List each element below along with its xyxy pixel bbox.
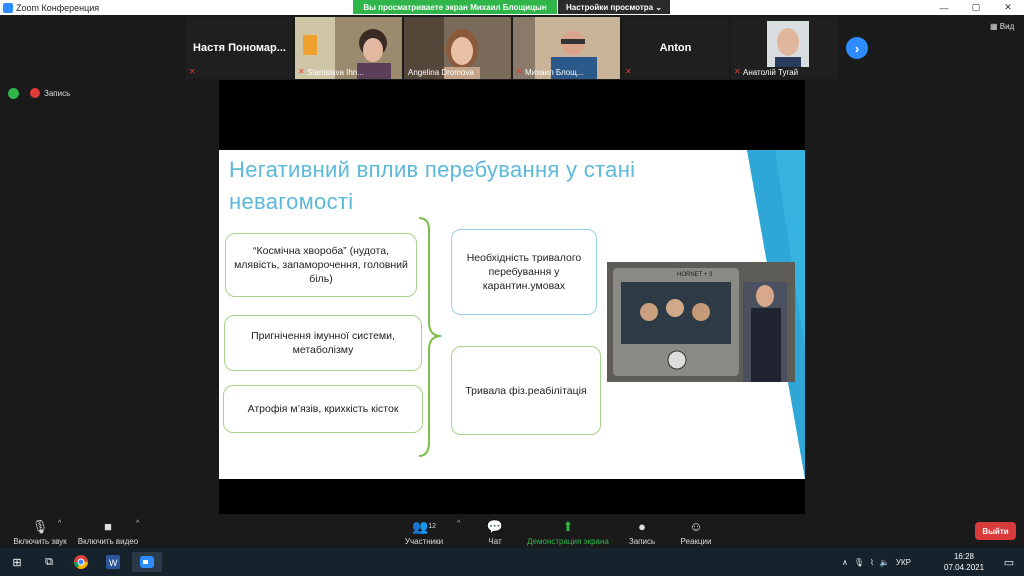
- zoom-taskbar-icon[interactable]: [132, 552, 162, 572]
- mic-muted-icon: ✕: [298, 67, 305, 76]
- participant-tile-4[interactable]: ✕ Михаил Блощ...: [513, 17, 620, 79]
- close-window-button[interactable]: ✕: [992, 0, 1024, 15]
- participant-name: Stanislava Ihn...: [307, 68, 364, 77]
- slide-photo: HORNET + 3: [607, 262, 795, 382]
- network-icon[interactable]: ⌇: [870, 558, 874, 567]
- slide-title: Негативний вплив перебування у стані нев…: [229, 157, 636, 214]
- mic-muted-icon: ✕: [625, 67, 632, 76]
- windows-taskbar: ⊞ ⧉ W ∧ 🎙 ⌇ 🔈 УКР 16:28 07.04.2021 ▭: [0, 548, 1024, 576]
- language-indicator[interactable]: УКР: [896, 558, 911, 567]
- next-page-button[interactable]: ›: [846, 37, 868, 59]
- volume-icon[interactable]: 🔈: [880, 558, 890, 567]
- video-options-caret-icon[interactable]: ^: [136, 520, 139, 527]
- consequence-box-rehab: Тривала фіз.реабілітація: [451, 346, 601, 435]
- start-icon[interactable]: ⊞: [2, 552, 32, 572]
- participants-button[interactable]: 👥12 Участники: [384, 515, 464, 548]
- security-shield-icon[interactable]: [8, 88, 19, 99]
- mic-muted-icon: ✕: [516, 67, 523, 76]
- consequence-box-quarantine: Необхідність тривалого перебування у кар…: [451, 229, 597, 315]
- mic-tray-icon[interactable]: 🎙: [854, 558, 864, 567]
- leave-button[interactable]: Выйти: [975, 522, 1016, 540]
- shared-screen: Негативний вплив перебування у стані нев…: [219, 80, 805, 514]
- participant-tile-5[interactable]: Anton ✕: [622, 17, 729, 79]
- presentation-slide: Негативний вплив перебування у стані нев…: [219, 150, 805, 479]
- record-icon: ●: [638, 519, 646, 534]
- task-view-icon[interactable]: ⧉: [34, 552, 64, 572]
- recording-icon: [30, 88, 40, 98]
- system-tray: ∧ 🎙 ⌇ 🔈 УКР: [842, 548, 911, 576]
- recording-label: Запись: [44, 89, 71, 98]
- participant-name: Настя Пономар...: [193, 42, 286, 54]
- participants-icon: 👥12: [412, 519, 436, 534]
- svg-text:HORNET + 3: HORNET + 3: [677, 272, 713, 278]
- chrome-icon[interactable]: [66, 552, 96, 572]
- effect-box-immune: Пригнічення імунної системи, метаболізму: [224, 315, 422, 371]
- participant-tile-1[interactable]: Настя Пономар... ✕: [186, 17, 293, 79]
- minimize-button[interactable]: —: [928, 0, 960, 15]
- zoom-app-icon: [3, 2, 13, 13]
- maximize-button[interactable]: ▢: [960, 0, 992, 15]
- mic-muted-icon: ✕: [734, 67, 741, 76]
- view-settings-button[interactable]: Настройки просмотра ⌄: [558, 0, 670, 14]
- sharing-banner: Вы просматриваете экран Михаил Блощицын: [353, 0, 557, 14]
- audio-options-caret-icon[interactable]: ^: [58, 520, 61, 527]
- effect-box-space-sickness: “Космічна хвороба” (нудота, млявість, за…: [225, 233, 417, 297]
- meeting-toolbar: 🎙 Включить звук ^ ■ Включить видео ^ 👥12…: [0, 515, 1024, 548]
- window-title: Zoom Конференция: [16, 2, 100, 13]
- share-screen-icon: ⬆: [562, 519, 574, 534]
- svg-text:W: W: [109, 558, 118, 568]
- share-screen-button[interactable]: ⬆ Демонстрация экрана: [522, 515, 614, 548]
- word-icon[interactable]: W: [98, 552, 128, 572]
- mic-muted-icon: ✕: [189, 67, 196, 76]
- reactions-button[interactable]: ☺ Реакции: [656, 515, 736, 548]
- participant-name: Анатолій Тугай: [743, 68, 799, 77]
- participant-tile-3[interactable]: Angelina Dromova: [404, 17, 511, 79]
- effect-box-atrophy: Атрофія м’язів, крихкість кісток: [223, 385, 423, 433]
- mic-muted-icon: 🎙: [31, 519, 49, 534]
- participant-name: Михаил Блощ...: [525, 68, 584, 77]
- participant-name: Angelina Dromova: [408, 68, 474, 77]
- tray-overflow-icon[interactable]: ∧: [842, 558, 848, 567]
- participant-name: Anton: [659, 42, 692, 54]
- clock[interactable]: 16:28 07.04.2021: [944, 551, 984, 573]
- reactions-icon: ☺: [689, 519, 703, 534]
- notifications-icon[interactable]: ▭: [994, 552, 1024, 572]
- window-controls: — ▢ ✕: [928, 0, 1024, 15]
- participant-tile-6[interactable]: ✕ Анатолій Тугай: [731, 17, 838, 79]
- video-off-icon: ■: [104, 519, 112, 534]
- participant-tile-2[interactable]: ✕ Stanislava Ihn...: [295, 17, 402, 79]
- view-button[interactable]: ▦ Вид: [990, 22, 1014, 31]
- chat-icon: 💬: [486, 519, 504, 534]
